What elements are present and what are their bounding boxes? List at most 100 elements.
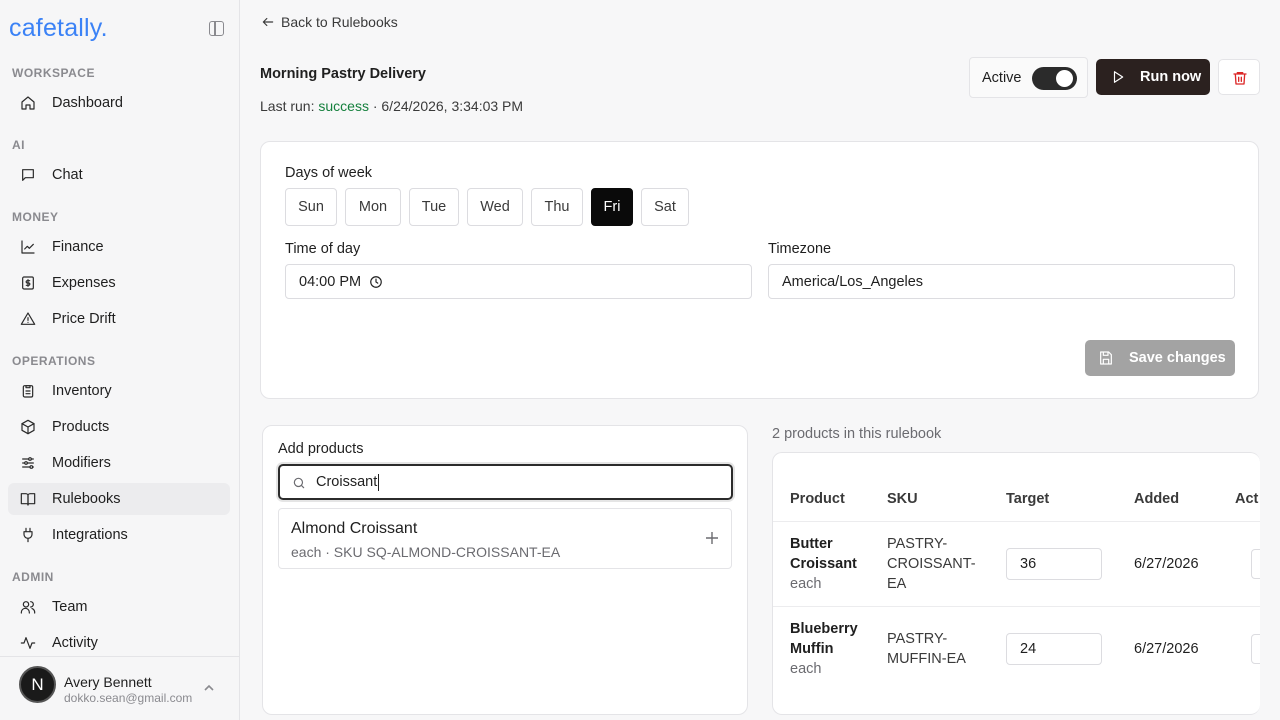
last-run-prefix: Last run: [260, 98, 319, 114]
last-run-status: success [318, 98, 369, 114]
sidebar-item-label: Dashboard [52, 95, 123, 111]
day-button-mon[interactable]: Mon [345, 188, 401, 226]
sidebar-item-label: Rulebooks [52, 491, 121, 507]
section-label-money: MONEY [12, 210, 59, 224]
user-menu[interactable]: N Avery Bennett dokko.sean@gmail.com [0, 656, 239, 720]
save-changes-button[interactable]: Save changes [1085, 340, 1235, 376]
row-action-button[interactable] [1251, 634, 1260, 664]
column-header-added[interactable]: Added [1134, 491, 1179, 507]
product-added-date: 6/27/2026 [1134, 641, 1199, 657]
sidebar-collapse-icon[interactable] [209, 21, 224, 36]
search-result-name: Almond Croissant [291, 520, 418, 537]
home-icon [20, 95, 36, 111]
chat-icon [20, 167, 36, 183]
target-input[interactable]: 36 [1006, 548, 1102, 580]
sidebar-item-team[interactable]: Team [8, 591, 230, 623]
time-of-day-label: Time of day [285, 241, 361, 257]
active-toggle[interactable] [1032, 67, 1077, 90]
days-of-week-label: Days of week [285, 165, 373, 181]
active-label: Active [982, 69, 1022, 86]
sidebar-item-label: Chat [52, 167, 83, 183]
add-products-card: Add products Croissant Almond Croissant … [262, 425, 748, 715]
target-input[interactable]: 24 [1006, 633, 1102, 665]
section-label-workspace: WORKSPACE [12, 66, 95, 80]
back-link[interactable]: Back to Rulebooks [261, 14, 398, 30]
clock-icon[interactable] [369, 275, 383, 289]
sidebar-item-label: Modifiers [52, 455, 111, 471]
chart-line-icon [20, 239, 36, 255]
run-now-button[interactable]: Run now [1096, 59, 1210, 95]
package-icon [20, 419, 36, 435]
header-divider [773, 521, 1260, 522]
sidebar-item-chat[interactable]: Chat [8, 159, 230, 191]
time-of-day-input[interactable]: 04:00 PM [285, 264, 752, 299]
section-label-operations: OPERATIONS [12, 354, 96, 368]
book-icon [20, 491, 36, 507]
run-now-label: Run now [1140, 69, 1202, 85]
active-toggle-group: Active [969, 57, 1088, 98]
plug-icon [20, 527, 36, 543]
app-logo[interactable]: cafetally. [9, 14, 108, 43]
sku-line: MUFFIN-EA [887, 651, 966, 667]
search-value: Croissant [316, 474, 378, 490]
day-button-sun[interactable]: Sun [285, 188, 337, 226]
sidebar-item-expenses[interactable]: Expenses [8, 267, 230, 299]
day-button-fri[interactable]: Fri [591, 188, 633, 226]
product-sku: PASTRY- CROISSANT- EA [887, 534, 976, 594]
search-result-meta: each · SKU SQ-ALMOND-CROISSANT-EA [291, 544, 561, 560]
column-header-sku[interactable]: SKU [887, 491, 918, 507]
last-run-time: · 6/24/2026, 3:34:03 PM [368, 98, 524, 114]
sidebar-item-label: Expenses [52, 275, 116, 291]
column-header-product[interactable]: Product [790, 491, 845, 507]
product-added-date: 6/27/2026 [1134, 556, 1199, 572]
activity-icon [20, 635, 36, 651]
sidebar-item-rulebooks[interactable]: Rulebooks [8, 483, 230, 515]
day-button-thu[interactable]: Thu [531, 188, 583, 226]
sku-line: PASTRY- [887, 536, 948, 552]
sidebar-item-modifiers[interactable]: Modifiers [8, 447, 230, 479]
receipt-dollar-icon [20, 275, 36, 291]
last-run-info: Last run: success · 6/24/2026, 3:34:03 P… [260, 98, 523, 114]
search-result-item[interactable]: Almond Croissant each · SKU SQ-ALMOND-CR… [278, 508, 732, 569]
section-label-ai: AI [12, 138, 25, 152]
product-name-line: Blueberry [790, 621, 858, 637]
product-search-input[interactable]: Croissant [278, 464, 733, 500]
sku-line: PASTRY- [887, 631, 948, 647]
clipboard-icon [20, 383, 36, 399]
timezone-input[interactable]: America/Los_Angeles [768, 264, 1235, 299]
text-caret [378, 473, 380, 491]
day-button-tue[interactable]: Tue [409, 188, 459, 226]
product-unit: each [790, 576, 822, 592]
product-unit: each [790, 661, 822, 677]
sidebar-item-finance[interactable]: Finance [8, 231, 230, 263]
sidebar-item-price-drift[interactable]: Price Drift [8, 303, 230, 335]
plus-icon[interactable] [705, 531, 719, 545]
add-products-label: Add products [278, 441, 364, 457]
time-of-day-value: 04:00 PM [299, 273, 362, 290]
sidebar-item-label: Inventory [52, 383, 112, 399]
back-link-label: Back to Rulebooks [281, 14, 398, 30]
column-header-target[interactable]: Target [1006, 491, 1049, 507]
user-email: dokko.sean@gmail.com [64, 691, 193, 705]
sidebar-item-dashboard[interactable]: Dashboard [8, 87, 230, 119]
product-name: Butter Croissant each [790, 534, 857, 594]
sidebar-item-products[interactable]: Products [8, 411, 230, 443]
sidebar-item-integrations[interactable]: Integrations [8, 519, 230, 551]
warning-triangle-icon [20, 311, 36, 327]
delete-button[interactable] [1218, 59, 1260, 95]
arrow-left-icon [262, 17, 274, 27]
sku-line: CROISSANT- [887, 556, 976, 572]
sidebar-item-activity[interactable]: Activity [8, 627, 230, 659]
product-name-line: Butter [790, 536, 833, 552]
day-button-wed[interactable]: Wed [467, 188, 523, 226]
sidebar-item-label: Activity [52, 635, 98, 651]
search-icon [293, 477, 305, 489]
section-label-admin: ADMIN [12, 570, 54, 584]
sidebar-item-inventory[interactable]: Inventory [8, 375, 230, 407]
row-action-button[interactable] [1251, 549, 1260, 579]
product-name-line: Croissant [790, 556, 857, 572]
row-divider [773, 606, 1260, 607]
day-button-sat[interactable]: Sat [641, 188, 689, 226]
column-header-actions[interactable]: Act [1235, 491, 1258, 507]
sidebar-item-label: Products [52, 419, 110, 435]
